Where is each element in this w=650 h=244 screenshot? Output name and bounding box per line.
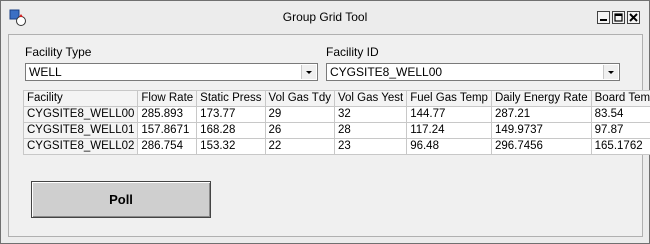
table-cell[interactable]: CYGSITE8_WELL00 xyxy=(22,106,139,123)
minimize-icon[interactable] xyxy=(597,11,610,24)
column-header[interactable]: Static Press xyxy=(196,90,266,107)
table-cell[interactable]: 287.21 xyxy=(490,106,592,123)
table-cell[interactable]: 153.32 xyxy=(196,138,266,155)
column-header[interactable]: Flow Rate xyxy=(137,90,198,107)
table-cell[interactable]: 23 xyxy=(333,138,408,155)
title-bar[interactable]: Group Grid Tool xyxy=(1,1,649,34)
column-header[interactable]: Daily Energy Rate xyxy=(490,90,592,107)
poll-button[interactable]: Poll xyxy=(31,181,211,218)
table-cell[interactable]: 22 xyxy=(264,138,335,155)
table-row[interactable]: CYGSITE8_WELL00 285.893 173.77 29 32 144… xyxy=(22,106,650,123)
column-header[interactable]: Board Temp xyxy=(590,90,650,107)
maximize-icon[interactable] xyxy=(612,11,625,24)
facility-id-select[interactable]: CYGSITE8_WELL00 xyxy=(326,63,620,81)
table-cell[interactable]: 173.77 xyxy=(196,106,266,123)
facility-id-value: CYGSITE8_WELL00 xyxy=(330,65,443,79)
facility-type-select[interactable]: WELL xyxy=(25,63,318,81)
table-cell[interactable]: 83.54 xyxy=(590,106,650,123)
column-header[interactable]: Fuel Gas Temp xyxy=(406,90,492,107)
chevron-down-icon[interactable] xyxy=(301,65,316,79)
table-cell[interactable]: 149.9737 xyxy=(490,122,592,139)
table-cell[interactable]: CYGSITE8_WELL02 xyxy=(22,138,139,155)
table-cell[interactable]: 285.893 xyxy=(137,106,198,123)
grid-header-row: Facility Flow Rate Static Press Vol Gas … xyxy=(22,90,650,107)
table-cell[interactable]: 296.7456 xyxy=(490,138,592,155)
column-header[interactable]: Vol Gas Yest xyxy=(333,90,408,107)
close-icon[interactable] xyxy=(627,11,640,24)
facility-type-label: Facility Type xyxy=(25,45,92,59)
table-cell[interactable]: 26 xyxy=(264,122,335,139)
table-cell[interactable]: 28 xyxy=(333,122,408,139)
column-header[interactable]: Facility xyxy=(22,90,139,107)
data-grid[interactable]: Facility Flow Rate Static Press Vol Gas … xyxy=(22,90,650,155)
table-cell[interactable]: 165.1762 xyxy=(590,138,650,155)
table-cell[interactable]: 286.754 xyxy=(137,138,198,155)
table-cell[interactable]: 157.8671 xyxy=(137,122,198,139)
table-row[interactable]: CYGSITE8_WELL02 286.754 153.32 22 23 96.… xyxy=(22,138,650,155)
table-row[interactable]: CYGSITE8_WELL01 157.8671 168.28 26 28 11… xyxy=(22,122,650,139)
main-window: Group Grid Tool Facility Type WELL Facil… xyxy=(0,0,650,244)
table-cell[interactable]: 96.48 xyxy=(406,138,492,155)
client-area: Facility Type WELL Facility ID CYGSITE8_… xyxy=(8,34,650,237)
table-cell[interactable]: 97.87 xyxy=(590,122,650,139)
table-cell[interactable]: CYGSITE8_WELL01 xyxy=(22,122,139,139)
facility-type-value: WELL xyxy=(29,65,62,79)
table-cell[interactable]: 117.24 xyxy=(406,122,492,139)
column-header[interactable]: Vol Gas Tdy xyxy=(264,90,335,107)
table-cell[interactable]: 29 xyxy=(264,106,335,123)
table-cell[interactable]: 144.77 xyxy=(406,106,492,123)
window-title: Group Grid Tool xyxy=(282,10,368,24)
chevron-down-icon[interactable] xyxy=(603,65,618,79)
facility-id-label: Facility ID xyxy=(326,45,379,59)
table-cell[interactable]: 32 xyxy=(333,106,408,123)
table-cell[interactable]: 168.28 xyxy=(196,122,266,139)
